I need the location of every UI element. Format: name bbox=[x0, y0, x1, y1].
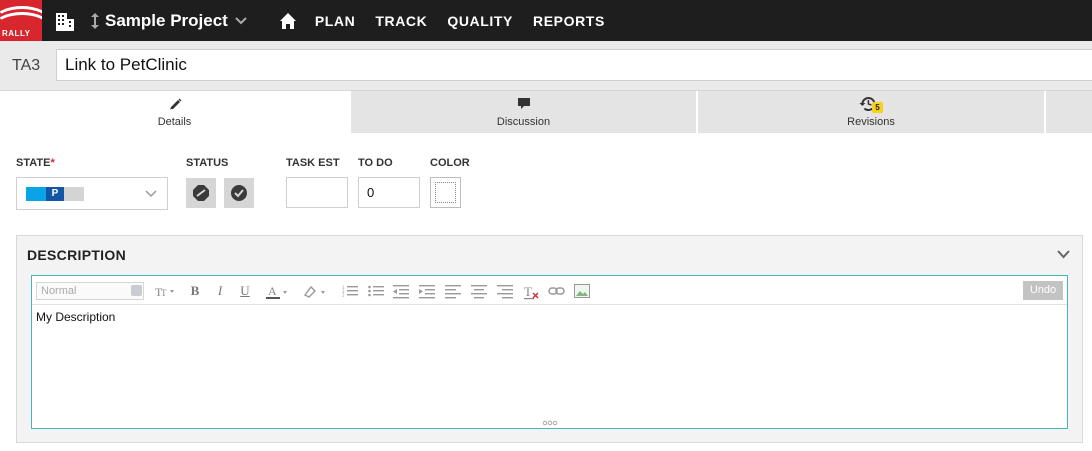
task-estimate-input[interactable] bbox=[286, 177, 348, 208]
undo-button[interactable]: Undo bbox=[1023, 281, 1063, 300]
link-icon[interactable] bbox=[548, 282, 566, 300]
revisions-count-badge: 5 bbox=[872, 102, 883, 113]
tab-discussion[interactable]: Discussion bbox=[349, 91, 696, 133]
outdent-icon[interactable] bbox=[392, 282, 410, 300]
chevron-down-icon bbox=[145, 190, 157, 198]
svg-text:3: 3 bbox=[342, 294, 345, 299]
align-center-icon[interactable] bbox=[470, 282, 488, 300]
tab-revisions-label: Revisions bbox=[847, 116, 895, 128]
bold-icon[interactable]: B bbox=[188, 282, 202, 300]
text-color-icon[interactable]: A bbox=[264, 282, 292, 300]
checkmark-circle-icon bbox=[231, 185, 247, 201]
chevron-down-icon bbox=[131, 285, 142, 296]
editor-toolbar: Normal TT B I U A 123 T Undo bbox=[32, 276, 1067, 305]
description-panel: DESCRIPTION Normal TT B I U A 123 T Undo… bbox=[16, 235, 1083, 443]
state-chip-in-progress: P bbox=[46, 187, 64, 201]
blocked-toggle[interactable] bbox=[186, 178, 216, 208]
svg-text:T: T bbox=[161, 288, 167, 298]
top-navigation-bar: RALLY Sample Project PLAN TRACK QUALITY … bbox=[0, 0, 1092, 41]
nav-reports[interactable]: REPORTS bbox=[533, 13, 605, 29]
blocked-icon bbox=[193, 185, 209, 201]
project-name: Sample Project bbox=[105, 10, 228, 30]
tab-revisions[interactable]: 5 Revisions bbox=[696, 91, 1044, 133]
clear-formatting-icon[interactable]: T bbox=[522, 282, 540, 300]
italic-icon[interactable]: I bbox=[213, 282, 227, 300]
svg-text:A: A bbox=[268, 284, 277, 298]
numbered-list-icon[interactable]: 123 bbox=[341, 282, 359, 300]
state-chip-defined bbox=[26, 187, 46, 201]
todo-input[interactable] bbox=[358, 177, 420, 208]
detail-tabs: Details Discussion 5 Revisions bbox=[0, 91, 1092, 133]
paragraph-format-select[interactable]: Normal bbox=[36, 282, 144, 300]
tab-details-label: Details bbox=[157, 116, 192, 128]
bullet-list-icon[interactable] bbox=[367, 282, 385, 300]
font-size-icon[interactable]: TT bbox=[153, 282, 179, 300]
artifact-id: TA3 bbox=[12, 57, 41, 74]
description-title: DESCRIPTION bbox=[27, 247, 126, 263]
rich-text-editor[interactable]: Normal TT B I U A 123 T Undo My Descript… bbox=[31, 275, 1068, 429]
building-icon[interactable] bbox=[54, 10, 76, 32]
logo-text: RALLY bbox=[2, 29, 31, 38]
underline-icon[interactable]: U bbox=[238, 282, 252, 300]
chevron-down-icon bbox=[235, 16, 247, 24]
resize-handle-icon[interactable] bbox=[542, 420, 558, 426]
description-content[interactable]: My Description bbox=[36, 310, 115, 324]
indent-icon[interactable] bbox=[418, 282, 436, 300]
align-right-icon[interactable] bbox=[496, 282, 514, 300]
highlight-icon[interactable] bbox=[301, 282, 331, 300]
rally-logo[interactable]: RALLY bbox=[0, 0, 42, 41]
tab-details[interactable]: Details bbox=[0, 91, 349, 133]
artifact-title-input[interactable] bbox=[56, 49, 1092, 81]
task-estimate-label: TASK EST bbox=[286, 157, 340, 169]
image-icon[interactable] bbox=[573, 282, 591, 300]
todo-label: TO DO bbox=[358, 157, 393, 169]
color-picker[interactable] bbox=[430, 177, 461, 208]
tab-more[interactable] bbox=[1044, 91, 1092, 133]
tab-discussion-label: Discussion bbox=[496, 116, 551, 128]
chevron-down-icon[interactable] bbox=[1057, 250, 1070, 259]
nav-quality[interactable]: QUALITY bbox=[447, 13, 513, 29]
artifact-header: TA3 bbox=[0, 41, 1092, 91]
status-label: STATUS bbox=[186, 157, 229, 169]
up-down-arrow-icon bbox=[91, 12, 99, 29]
pencil-icon bbox=[169, 98, 181, 110]
speech-bubble-icon bbox=[517, 98, 530, 109]
state-dropdown[interactable]: P bbox=[16, 177, 168, 210]
state-label: STATE* bbox=[16, 157, 55, 169]
color-label: COLOR bbox=[430, 157, 470, 169]
nav-track[interactable]: TRACK bbox=[375, 13, 427, 29]
align-left-icon[interactable] bbox=[444, 282, 462, 300]
home-icon[interactable] bbox=[279, 12, 297, 30]
ready-toggle[interactable] bbox=[224, 178, 254, 208]
project-picker[interactable]: Sample Project bbox=[90, 11, 247, 31]
state-chip-completed bbox=[64, 187, 84, 201]
svg-text:T: T bbox=[524, 284, 532, 299]
nav-plan[interactable]: PLAN bbox=[315, 13, 356, 29]
